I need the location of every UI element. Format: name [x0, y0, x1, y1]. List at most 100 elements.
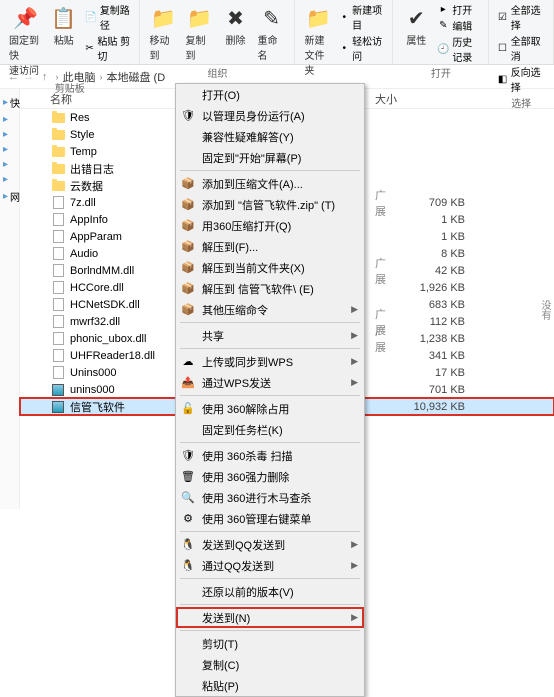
- menu-item[interactable]: 📦 添加到压缩文件(A)...: [176, 173, 364, 194]
- ribbon-small-btn[interactable]: ☐全部取消: [495, 33, 547, 63]
- ribbon-btn[interactable]: ✖删除: [218, 2, 252, 49]
- submenu-arrow-icon: ▶: [351, 377, 358, 388]
- menu-item[interactable]: 🔓使用 360解除占用: [176, 398, 364, 419]
- menu-label: 通过WPS发送: [202, 375, 271, 391]
- menu-label: 用360压缩打开(Q): [202, 218, 291, 234]
- col-size[interactable]: 大小: [375, 91, 435, 107]
- menu-item[interactable]: 🗑使用 360强力删除: [176, 466, 364, 487]
- menu-icon: 📦: [180, 176, 196, 192]
- menu-icon: 🐧: [180, 537, 196, 553]
- menu-icon: 🗑: [180, 469, 196, 485]
- crumb-1[interactable]: 本地磁盘 (D: [107, 69, 166, 85]
- menu-item[interactable]: 📤 通过WPS发送 ▶: [176, 372, 364, 393]
- menu-item[interactable]: 🛡 使用 360杀毒 扫描: [176, 445, 364, 466]
- ribbon-small-btn[interactable]: ✂粘贴 剪切: [83, 33, 134, 63]
- menu-item[interactable]: 还原以前的版本(V): [176, 581, 364, 602]
- folder-icon: [52, 147, 65, 157]
- menu-item[interactable]: 🛡以管理员身份运行(A): [176, 105, 364, 126]
- file-icon: [53, 366, 64, 379]
- menu-item[interactable]: 🔍使用 360进行木马查杀: [176, 487, 364, 508]
- ribbon-small-btn[interactable]: ▸打开: [435, 2, 482, 17]
- menu-item[interactable]: 📦解压到 信管飞软件\ (E): [176, 278, 364, 299]
- menu-item[interactable]: 📦添加到 "信管飞软件.zip" (T): [176, 194, 364, 215]
- menu-item[interactable]: 发送到(N)▶: [176, 607, 364, 628]
- nav-item[interactable]: ▸网: [0, 187, 19, 206]
- ribbon-group-label: 打开: [431, 65, 451, 80]
- menu-label: 使用 360杀毒 扫描: [202, 448, 292, 464]
- ribbon-small-icon: ✂: [85, 42, 95, 54]
- ribbon-btn[interactable]: 📁新建文件夹: [301, 2, 335, 79]
- menu-separator: [180, 395, 360, 396]
- ribbon-small-btn[interactable]: ✎编辑: [435, 18, 482, 33]
- nav-back-icon[interactable]: ←: [8, 71, 19, 83]
- menu-icon: ⚙: [180, 511, 196, 527]
- submenu-arrow-icon: ▶: [351, 560, 358, 571]
- file-size: 8 KB: [395, 248, 465, 260]
- menu-icon: 📤: [180, 375, 196, 391]
- nav-item[interactable]: ▸: [0, 127, 19, 142]
- menu-separator: [180, 322, 360, 323]
- nav-fwd-icon[interactable]: →: [23, 71, 34, 83]
- menu-item[interactable]: 固定到"开始"屏幕(P): [176, 147, 364, 168]
- file-icon: [53, 349, 64, 362]
- menu-label: 使用 360管理右键菜单: [202, 511, 311, 527]
- submenu-arrow-icon: ▶: [351, 330, 358, 341]
- ribbon-btn[interactable]: 📋粘贴: [47, 2, 81, 49]
- submenu-arrow-icon: ▶: [351, 612, 358, 623]
- menu-separator: [180, 578, 360, 579]
- menu-item[interactable]: 打开(O): [176, 84, 364, 105]
- menu-label: 共享: [202, 328, 224, 344]
- menu-item[interactable]: 粘贴(P): [176, 675, 364, 696]
- menu-item[interactable]: 📦解压到当前文件夹(X): [176, 257, 364, 278]
- nav-item[interactable]: ▸快: [0, 93, 19, 112]
- ribbon: 📌固定到快速访问📋粘贴📄复制路径✂粘贴 剪切剪贴板📁移动到📁复制到✖删除✎重命名…: [0, 0, 554, 65]
- menu-item[interactable]: 📦解压到(F)...: [176, 236, 364, 257]
- menu-item[interactable]: 剪切(T): [176, 633, 364, 654]
- menu-item[interactable]: ☁上传或同步到WPS▶: [176, 351, 364, 372]
- ribbon-btn[interactable]: ✎重命名: [254, 2, 288, 64]
- nav-pane[interactable]: ▸快▸▸▸▸▸▸网: [0, 89, 20, 509]
- ribbon-small-btn[interactable]: ☑全部选择: [495, 2, 547, 32]
- file-icon: [53, 247, 64, 260]
- ribbon-btn[interactable]: 📌固定到快速访问: [6, 2, 45, 79]
- menu-icon: 📦: [180, 302, 196, 318]
- menu-item[interactable]: 📦其他压缩命令▶: [176, 299, 364, 320]
- file-icon: [53, 230, 64, 243]
- crumb-0[interactable]: 此电脑: [63, 69, 96, 85]
- nav-item[interactable]: ▸: [0, 172, 19, 187]
- file-size: 1,238 KB: [395, 333, 465, 345]
- ribbon-btn[interactable]: ✔属性: [399, 2, 433, 49]
- menu-icon: 🛡: [180, 448, 196, 464]
- menu-separator: [180, 531, 360, 532]
- ribbon-small-btn[interactable]: 📄复制路径: [83, 2, 134, 32]
- ribbon-small-btn[interactable]: 🕘历史记录: [435, 34, 482, 64]
- nav-item[interactable]: ▸: [0, 157, 19, 172]
- menu-label: 发送到QQ发送到: [202, 537, 285, 553]
- menu-separator: [180, 348, 360, 349]
- menu-label: 通过QQ发送到: [202, 558, 274, 574]
- menu-item[interactable]: 共享 ▶: [176, 325, 364, 346]
- menu-label: 使用 360解除占用: [202, 401, 289, 417]
- menu-item[interactable]: 兼容性疑难解答(Y): [176, 126, 364, 147]
- menu-label: 添加到压缩文件(A)...: [202, 176, 303, 192]
- file-size: 1 KB: [395, 231, 465, 243]
- ribbon-small-btn[interactable]: •新建项目: [337, 2, 386, 32]
- menu-item[interactable]: 复制(C): [176, 654, 364, 675]
- menu-item[interactable]: 固定到任务栏(K): [176, 419, 364, 440]
- ribbon-small-icon: 📄: [85, 11, 97, 23]
- nav-item[interactable]: ▸: [0, 112, 19, 127]
- menu-item[interactable]: 🐧发送到QQ发送到▶: [176, 534, 364, 555]
- ribbon-btn[interactable]: 📁复制到: [182, 2, 216, 64]
- menu-separator: [180, 442, 360, 443]
- menu-item[interactable]: 🐧通过QQ发送到▶: [176, 555, 364, 576]
- menu-label: 以管理员身份运行(A): [202, 108, 305, 124]
- menu-item[interactable]: ⚙ 使用 360管理右键菜单: [176, 508, 364, 529]
- folder-icon: [52, 181, 65, 191]
- menu-item[interactable]: 📦用360压缩打开(Q): [176, 215, 364, 236]
- menu-label: 其他压缩命令: [202, 302, 268, 318]
- ribbon-btn[interactable]: 📁移动到: [146, 2, 180, 64]
- nav-up-icon[interactable]: ↑: [42, 71, 48, 83]
- ribbon-small-btn[interactable]: •轻松访问: [337, 33, 386, 63]
- menu-label: 粘贴(P): [202, 678, 239, 694]
- nav-item[interactable]: ▸: [0, 142, 19, 157]
